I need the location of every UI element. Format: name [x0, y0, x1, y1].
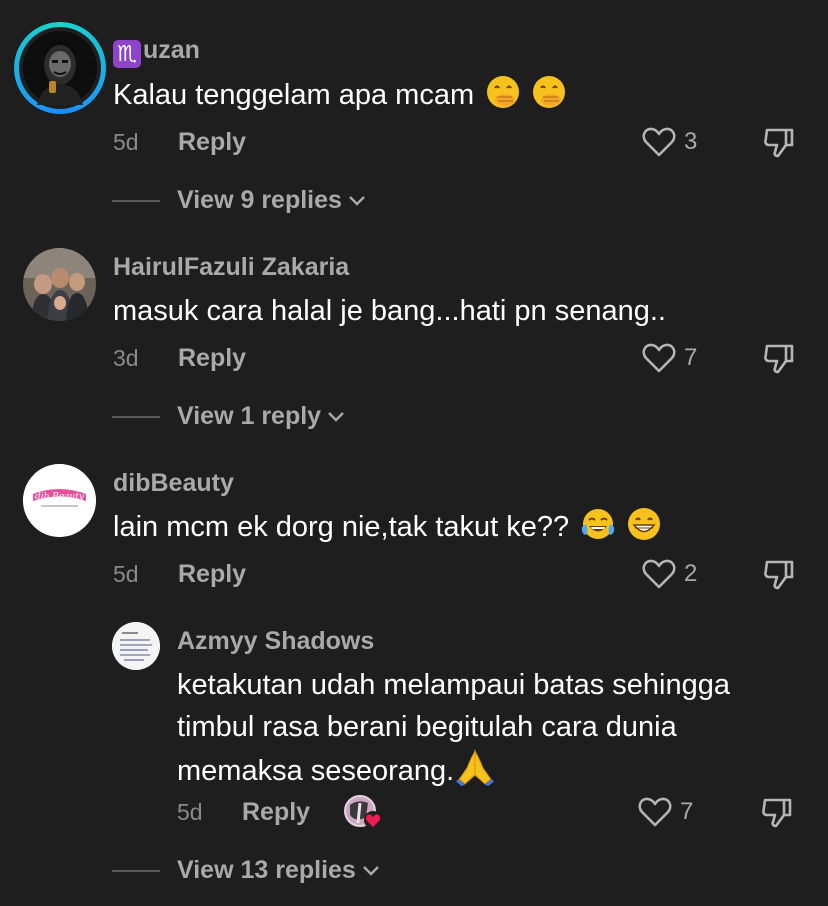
- comment-text: Kalau tenggelam apa mcam: [113, 74, 566, 117]
- like-count: 3: [684, 128, 698, 155]
- heart-icon: [638, 797, 672, 827]
- creator-avatar-with-heart-icon: [344, 795, 382, 829]
- reply-username[interactable]: Azmyy Shadows: [177, 627, 374, 656]
- dislike-button[interactable]: [762, 125, 796, 164]
- comment-text: lain mcm ek dorg nie,tak takut ke??: [113, 506, 661, 549]
- avatar-image: [23, 248, 96, 321]
- thumbs-down-icon: [764, 344, 794, 374]
- comment-username[interactable]: dibBeauty: [113, 469, 234, 498]
- avatar[interactable]: [23, 248, 96, 321]
- comment-username[interactable]: ♏ uzan: [113, 36, 200, 68]
- view-replies-label: View 1 reply: [177, 402, 322, 430]
- hand-over-mouth-emoji: [533, 76, 566, 108]
- divider: [112, 415, 160, 418]
- like-count: 7: [680, 798, 694, 825]
- reply-text: ketakutan udah melampaui batas sehingga …: [177, 664, 730, 792]
- comment-username[interactable]: HairulFazuli Zakaria: [113, 253, 349, 282]
- view-replies-button[interactable]: View 9 replies: [112, 186, 366, 215]
- zodiac-scorpio-icon: ♏: [113, 40, 141, 68]
- view-replies-label: View 13 replies: [177, 856, 356, 884]
- hand-over-mouth-emoji: [487, 76, 520, 108]
- like-button[interactable]: 2: [642, 558, 697, 590]
- avatar-image: [112, 622, 160, 670]
- comment-age: 3d: [113, 345, 139, 371]
- view-replies-label: View 9 replies: [177, 186, 342, 214]
- thumbs-down-icon: [762, 798, 792, 828]
- comment-text: masuk cara halal je bang...hati pn senan…: [113, 295, 666, 327]
- reply-text-line-last: memaksa seseorang.: [177, 748, 730, 792]
- reply-button[interactable]: Reply: [178, 128, 246, 157]
- comment-text-body: lain mcm ek dorg nie,tak takut ke??: [113, 511, 570, 543]
- divider: [112, 869, 160, 872]
- divider: [112, 199, 160, 202]
- reply-text-line: timbul rasa berani begitulah cara dunia: [177, 711, 677, 743]
- heart-icon: [642, 559, 676, 589]
- reply-button[interactable]: Reply: [242, 798, 310, 827]
- avatar[interactable]: [14, 22, 106, 114]
- like-button[interactable]: 7: [642, 342, 697, 374]
- username-text: uzan: [143, 36, 200, 64]
- thumbs-down-icon: [764, 128, 794, 158]
- view-replies-button[interactable]: View 1 reply: [112, 402, 345, 431]
- avatar[interactable]: [112, 622, 160, 670]
- like-count: 7: [684, 344, 698, 371]
- heart-icon: [642, 343, 676, 373]
- tears-of-joy-emoji: [582, 509, 615, 539]
- heart-icon: [642, 127, 676, 157]
- reply-text-line: memaksa seseorang.: [177, 755, 455, 787]
- like-button[interactable]: 3: [642, 126, 697, 158]
- view-replies-button[interactable]: View 13 replies: [112, 856, 380, 885]
- comment-age: 5d: [113, 129, 139, 155]
- avatar-image: [23, 31, 97, 105]
- grinning-emoji: [628, 508, 661, 540]
- reply-button[interactable]: Reply: [178, 344, 246, 373]
- folded-hands-emoji: [456, 749, 495, 786]
- dislike-button[interactable]: [760, 795, 794, 834]
- reply-age: 5d: [177, 799, 203, 825]
- chevron-down-icon: [349, 195, 365, 206]
- avatar[interactable]: dib Beauty: [23, 464, 96, 537]
- svg-text:dib Beauty: dib Beauty: [35, 492, 85, 502]
- comment-age: 5d: [113, 561, 139, 587]
- chevron-down-icon: [328, 411, 344, 422]
- creator-liked-badge: [344, 795, 384, 831]
- like-button[interactable]: 7: [638, 796, 693, 828]
- reply-text-line: ketakutan udah melampaui batas sehingga: [177, 669, 730, 701]
- thumbs-down-icon: [764, 560, 794, 590]
- comment-text-body: Kalau tenggelam apa mcam: [113, 79, 475, 111]
- like-count: 2: [684, 560, 698, 587]
- reply-button[interactable]: Reply: [178, 560, 246, 589]
- avatar-image: dib Beauty: [23, 464, 96, 537]
- dislike-button[interactable]: [762, 557, 796, 596]
- chevron-down-icon: [362, 865, 379, 876]
- dislike-button[interactable]: [762, 341, 796, 380]
